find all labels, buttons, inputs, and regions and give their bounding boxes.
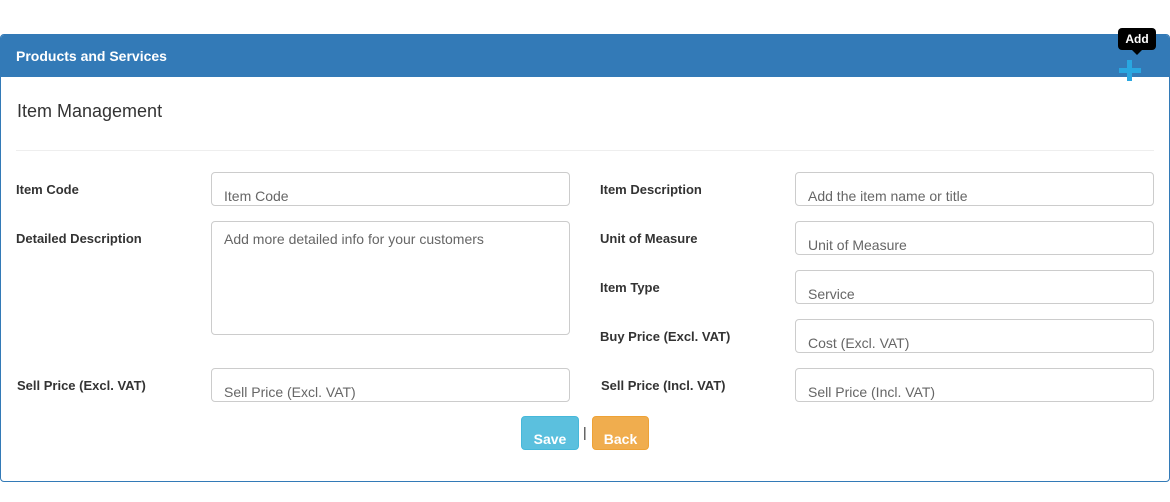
unit-of-measure-label: Unit of Measure: [600, 231, 698, 246]
buy-price-input[interactable]: [795, 319, 1154, 353]
buy-price-label: Buy Price (Excl. VAT): [600, 329, 731, 344]
panel-heading: Products and Services: [1, 35, 1169, 77]
tooltip-arrow: [1132, 50, 1142, 55]
add-tooltip: Add: [1118, 28, 1156, 50]
item-code-input[interactable]: [211, 172, 570, 206]
sell-price-excl-input[interactable]: [211, 368, 570, 402]
detailed-description-label: Detailed Description: [16, 231, 142, 246]
detailed-description-textarea[interactable]: [211, 221, 570, 335]
section-title: Item Management: [17, 101, 163, 121]
add-item-button[interactable]: [1119, 59, 1143, 83]
back-button[interactable]: Back: [592, 416, 649, 450]
item-description-label: Item Description: [600, 182, 702, 197]
sell-price-incl-input[interactable]: [795, 368, 1154, 402]
item-code-label: Item Code: [16, 182, 79, 197]
products-panel: Products and Services Item Management: [0, 34, 1170, 482]
sell-price-incl-label: Sell Price (Incl. VAT): [601, 378, 726, 393]
divider: [16, 150, 1154, 151]
save-button[interactable]: Save: [521, 416, 579, 450]
item-type-label: Item Type: [600, 280, 660, 295]
item-description-input[interactable]: [795, 172, 1154, 206]
unit-of-measure-input[interactable]: [795, 221, 1154, 255]
item-type-input[interactable]: [795, 270, 1154, 304]
sell-price-excl-label: Sell Price (Excl. VAT): [17, 378, 146, 393]
button-separator: |: [583, 424, 587, 440]
